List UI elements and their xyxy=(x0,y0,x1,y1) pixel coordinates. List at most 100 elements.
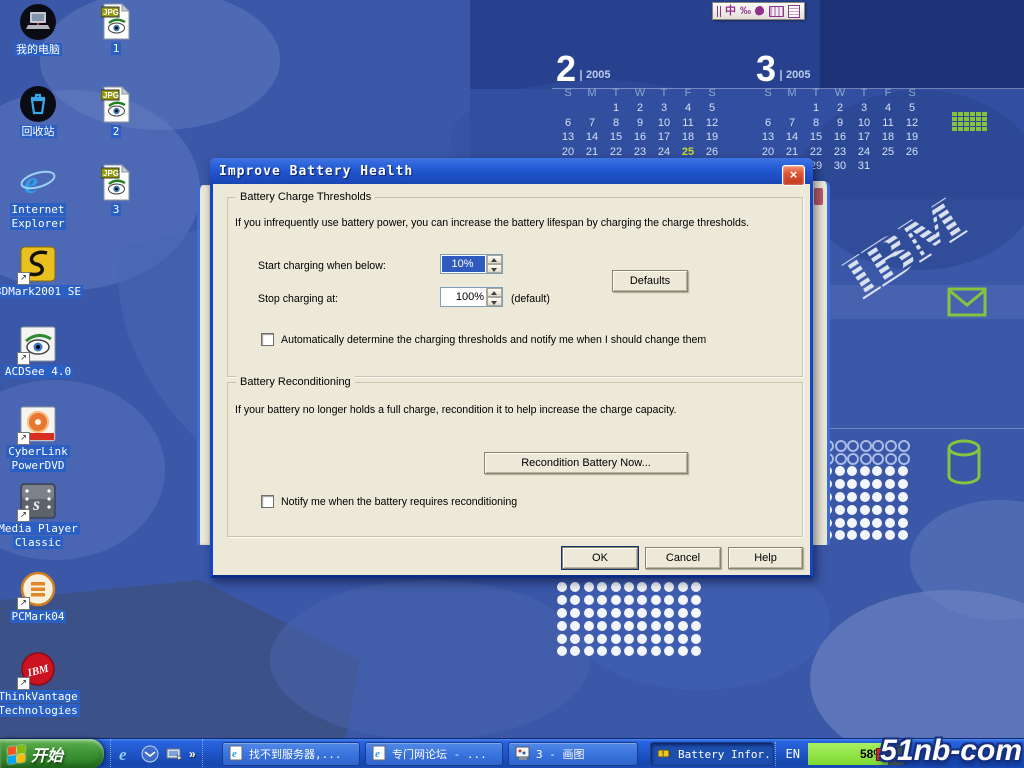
calendar-day[interactable]: 9 xyxy=(828,117,852,132)
calendar-day[interactable]: 3 xyxy=(652,102,676,117)
desktop-icon-thinkvantage[interactable]: IBM↗ThinkVantage Technologies xyxy=(0,650,86,717)
spin-up-icon[interactable] xyxy=(487,255,502,264)
calendar-day[interactable]: 8 xyxy=(604,117,628,132)
calendar-day[interactable]: 23 xyxy=(828,146,852,161)
stop-charging-value[interactable]: 100% xyxy=(441,288,486,306)
calendar-day[interactable]: 31 xyxy=(852,160,876,175)
white-dot xyxy=(678,608,688,618)
calendar-day[interactable]: 2 xyxy=(628,102,652,117)
recondition-battery-button[interactable]: Recondition Battery Now... xyxy=(484,452,688,474)
desktop-icon-powerdvd[interactable]: ↗CyberLink PowerDVD xyxy=(0,405,86,472)
calendar-day[interactable]: 10 xyxy=(652,117,676,132)
calendar-day[interactable]: 8 xyxy=(804,117,828,132)
calendar-day[interactable]: 24 xyxy=(852,146,876,161)
calendar-day[interactable]: 7 xyxy=(580,117,604,132)
ring-dot xyxy=(872,440,884,452)
calendar-day[interactable]: 18 xyxy=(676,131,700,146)
taskbar-button-2[interactable]: e专门网论坛 - ... xyxy=(365,742,503,766)
calendar-day[interactable]: 10 xyxy=(852,117,876,132)
taskbar-button-1[interactable]: e找不到服务器,... xyxy=(222,742,360,766)
calendar-day[interactable]: 19 xyxy=(900,131,924,146)
white-dot xyxy=(611,582,621,592)
calendar-day[interactable]: 18 xyxy=(876,131,900,146)
ime-options-icon[interactable] xyxy=(788,5,800,18)
calendar-day[interactable]: 11 xyxy=(676,117,700,132)
calendar-day[interactable]: 5 xyxy=(900,102,924,117)
white-dot xyxy=(584,634,594,644)
spin-down-icon[interactable] xyxy=(487,264,502,273)
calendar-day[interactable]: 9 xyxy=(628,117,652,132)
desktop-file-jpg-3[interactable]: JPG3 xyxy=(68,163,164,216)
spin-down-icon[interactable] xyxy=(487,297,502,306)
calendar-day[interactable]: 15 xyxy=(604,131,628,146)
outlook-express-icon[interactable] xyxy=(141,745,159,763)
taskbar-button-4[interactable]: !Battery Infor... xyxy=(650,742,774,766)
language-indicator[interactable]: EN xyxy=(786,747,800,761)
calendar-day[interactable]: 1 xyxy=(804,102,828,117)
desktop-icon-mpc[interactable]: s↗Media Player Classic xyxy=(0,482,86,549)
defaults-button[interactable]: Defaults xyxy=(612,270,688,292)
month-number: 2 xyxy=(556,54,576,84)
ime-keyboard-icon[interactable] xyxy=(769,6,784,17)
calendar-day[interactable]: 25 xyxy=(876,146,900,161)
background-window-right-edge[interactable] xyxy=(813,181,830,545)
ie-quicklaunch-icon[interactable]: e xyxy=(117,745,135,763)
close-button[interactable]: × xyxy=(782,165,805,186)
calendar-day[interactable]: 2 xyxy=(828,102,852,117)
calendar-day[interactable]: 11 xyxy=(876,117,900,132)
white-dot xyxy=(624,595,634,605)
calendar-day[interactable]: 16 xyxy=(828,131,852,146)
calendar-day[interactable]: 26 xyxy=(900,146,924,161)
white-dot xyxy=(691,608,701,618)
start-button[interactable]: 开始 xyxy=(0,739,104,768)
ime-drag-handle[interactable] xyxy=(717,6,721,17)
calendar-day[interactable]: 30 xyxy=(828,160,852,175)
desktop-file-jpg-2[interactable]: JPG2 xyxy=(68,85,164,138)
quick-launch-overflow-chevron[interactable]: » xyxy=(189,747,196,761)
show-desktop-icon[interactable] xyxy=(165,745,183,763)
start-charging-spinner[interactable]: 10% xyxy=(440,254,503,274)
start-charging-value[interactable]: 10% xyxy=(442,256,485,272)
desktop-icon-acdsee[interactable]: ↗ACDSee 4.0 xyxy=(0,325,86,378)
cancel-button[interactable]: Cancel xyxy=(645,547,721,569)
calendar-day[interactable]: 15 xyxy=(804,131,828,146)
calendar-day[interactable]: 17 xyxy=(852,131,876,146)
desktop-icon-3dmark2001[interactable]: ↗3DMark2001 SE xyxy=(0,245,86,298)
ime-punctuation-icon[interactable]: ‰ xyxy=(740,4,751,18)
calendar-day[interactable]: 6 xyxy=(756,117,780,132)
notify-reconditioning-checkbox[interactable] xyxy=(261,495,274,508)
calendar-day[interactable]: 19 xyxy=(700,131,724,146)
calendar-day[interactable]: 13 xyxy=(756,131,780,146)
white-dot xyxy=(584,608,594,618)
ime-fullwidth-icon[interactable] xyxy=(753,4,766,17)
white-dot xyxy=(597,608,607,618)
spin-up-icon[interactable] xyxy=(487,288,502,297)
calendar-day[interactable]: 12 xyxy=(900,117,924,132)
help-button[interactable]: Help xyxy=(728,547,803,569)
calendar-day[interactable]: 1 xyxy=(604,102,628,117)
calendar-day[interactable]: 6 xyxy=(556,117,580,132)
my-computer-icon xyxy=(19,3,57,41)
white-dot xyxy=(651,608,661,618)
calendar-day[interactable]: 14 xyxy=(780,131,804,146)
desktop-file-jpg-1[interactable]: JPG1 xyxy=(68,2,164,55)
dialog-titlebar[interactable]: Improve Battery Health xyxy=(210,158,813,184)
desktop-icon-pcmark04[interactable]: ↗PCMark04 xyxy=(0,570,86,623)
calendar-day[interactable]: 5 xyxy=(700,102,724,117)
ime-language-bar[interactable]: 中 ‰ xyxy=(712,2,805,20)
ok-button[interactable]: OK xyxy=(562,547,638,569)
calendar-day[interactable]: 14 xyxy=(580,131,604,146)
calendar-day[interactable]: 3 xyxy=(852,102,876,117)
auto-thresholds-checkbox[interactable] xyxy=(261,333,274,346)
ime-mode-icon[interactable]: 中 xyxy=(725,4,736,18)
calendar-march: 3 2005 SMTWTFS 1234567891011121314151617… xyxy=(756,52,924,175)
calendar-day[interactable]: 4 xyxy=(876,102,900,117)
calendar-day[interactable]: 17 xyxy=(652,131,676,146)
calendar-day[interactable]: 7 xyxy=(780,117,804,132)
calendar-day[interactable]: 4 xyxy=(676,102,700,117)
calendar-day[interactable]: 12 xyxy=(700,117,724,132)
stop-charging-spinner[interactable]: 100% xyxy=(440,287,503,307)
calendar-day[interactable]: 13 xyxy=(556,131,580,146)
calendar-day[interactable]: 16 xyxy=(628,131,652,146)
taskbar-button-3[interactable]: 3 - 画图 xyxy=(508,742,638,766)
